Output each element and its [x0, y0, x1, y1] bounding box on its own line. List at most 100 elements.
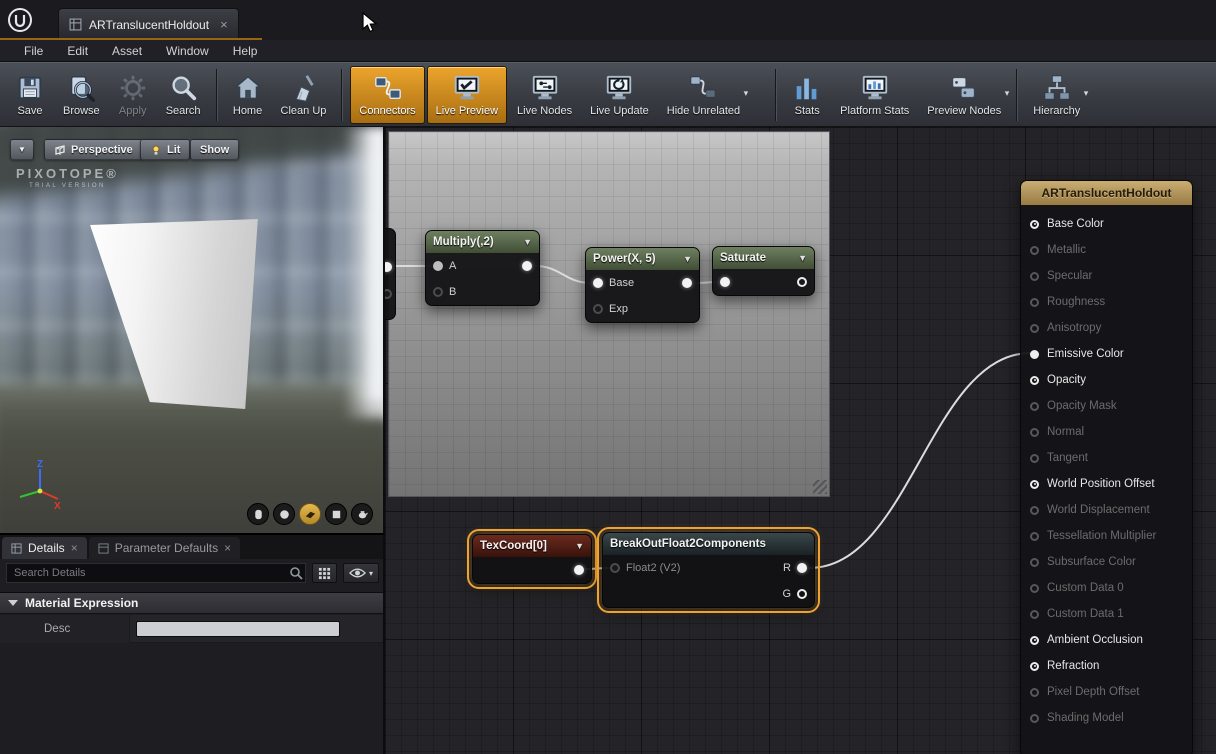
preview-shape-teapot-button[interactable] [351, 503, 373, 525]
material-pin-refraction[interactable]: Refraction [1021, 653, 1192, 679]
material-pin-roughness[interactable]: Roughness [1021, 289, 1192, 315]
input-pin[interactable] [720, 277, 730, 287]
material-pin-normal[interactable]: Normal [1021, 419, 1192, 445]
node-multiply[interactable]: Multiply(,2) ▼ A B [425, 230, 540, 306]
viewport-options-dropdown[interactable]: ▼ [10, 139, 34, 160]
input-pin-b[interactable] [433, 287, 443, 297]
close-icon[interactable]: × [224, 541, 231, 555]
node-header[interactable]: Saturate ▼ [713, 247, 814, 269]
output-pin[interactable] [385, 289, 392, 299]
pin-circle-icon[interactable] [1030, 376, 1039, 385]
material-pin-ambient-occlusion[interactable]: Ambient Occlusion [1021, 627, 1192, 653]
visibility-filter-button[interactable]: ▾ [343, 563, 379, 583]
node-saturate[interactable]: Saturate ▼ [712, 246, 815, 296]
chevron-down-icon[interactable]: ▼ [523, 237, 532, 247]
chevron-down-icon[interactable]: ▾ [744, 88, 749, 99]
input-pin-exp[interactable] [593, 304, 603, 314]
node-texcoord[interactable]: TexCoord[0] ▼ [472, 534, 592, 584]
search-details-input[interactable] [6, 563, 306, 583]
pin-circle-icon[interactable] [1030, 350, 1039, 359]
material-pin-anisotropy[interactable]: Anisotropy [1021, 315, 1192, 341]
material-pin-world-position-offset[interactable]: World Position Offset [1021, 471, 1192, 497]
material-pin-emissive-color[interactable]: Emissive Color [1021, 341, 1192, 367]
chevron-down-icon[interactable]: ▼ [798, 253, 807, 263]
pin-circle-icon[interactable] [1030, 298, 1039, 307]
material-pin-pixel-depth-offset[interactable]: Pixel Depth Offset [1021, 679, 1192, 705]
input-pin-base[interactable] [593, 278, 603, 288]
pin-circle-icon[interactable] [1030, 636, 1039, 645]
chevron-down-icon[interactable]: ▾ [1084, 88, 1089, 99]
toolbar-home-button[interactable]: Home [225, 66, 271, 124]
material-pin-tessellation-multiplier[interactable]: Tessellation Multiplier [1021, 523, 1192, 549]
pin-circle-icon[interactable] [1030, 246, 1039, 255]
toolbar-live-preview-button[interactable]: Live Preview [427, 66, 507, 124]
toolbar-stats-button[interactable]: Stats [784, 66, 830, 124]
toolbar-save-button[interactable]: Save [7, 66, 53, 124]
output-pin[interactable] [797, 277, 807, 287]
chevron-down-icon[interactable]: ▼ [575, 541, 584, 551]
pin-circle-icon[interactable] [1030, 220, 1039, 229]
preview-shape-cube-button[interactable] [325, 503, 347, 525]
show-menu-button[interactable]: Show [190, 139, 239, 160]
material-node-header[interactable]: ARTranslucentHoldout [1021, 181, 1192, 205]
material-pin-custom-data-0[interactable]: Custom Data 0 [1021, 575, 1192, 601]
offscreen-node-stub[interactable] [385, 228, 396, 320]
pin-circle-icon[interactable] [1030, 324, 1039, 333]
close-icon[interactable]: × [71, 541, 78, 555]
material-pin-custom-data-1[interactable]: Custom Data 1 [1021, 601, 1192, 627]
pin-circle-icon[interactable] [1030, 532, 1039, 541]
material-expression-section-header[interactable]: Material Expression [0, 592, 383, 614]
toolbar-search-button[interactable]: Search [158, 66, 209, 124]
node-breakout-float2[interactable]: BreakOutFloat2Components Float2 (V2) R G [602, 532, 815, 608]
pin-circle-icon[interactable] [1030, 454, 1039, 463]
material-pin-tangent[interactable]: Tangent [1021, 445, 1192, 471]
node-header[interactable]: Power(X, 5) ▼ [586, 248, 699, 270]
view-options-grid-button[interactable] [312, 563, 337, 583]
pin-circle-icon[interactable] [1030, 714, 1039, 723]
output-pin[interactable] [682, 278, 692, 288]
output-pin[interactable] [385, 262, 392, 272]
node-header[interactable]: Multiply(,2) ▼ [426, 231, 539, 253]
material-pin-world-displacement[interactable]: World Displacement [1021, 497, 1192, 523]
pin-circle-icon[interactable] [1030, 558, 1039, 567]
desc-value-field[interactable] [136, 621, 340, 637]
material-pin-opacity-mask[interactable]: Opacity Mask [1021, 393, 1192, 419]
material-pin-opacity[interactable]: Opacity [1021, 367, 1192, 393]
menu-help[interactable]: Help [221, 40, 270, 62]
chevron-down-icon[interactable]: ▼ [683, 254, 692, 264]
material-pin-specular[interactable]: Specular [1021, 263, 1192, 289]
input-pin-a[interactable] [433, 261, 443, 271]
pin-circle-icon[interactable] [1030, 480, 1039, 489]
material-graph-canvas[interactable]: Multiply(,2) ▼ A B Power(X, 5) ▼ Base Ex… [385, 127, 1216, 754]
output-pin[interactable] [522, 261, 532, 271]
preview-viewport[interactable]: ▼ Perspective Lit Show PIXOTOPE® TRIAL V… [0, 127, 385, 533]
toolbar-preview-nodes-button[interactable]: Preview Nodes▾ [919, 66, 1009, 124]
preview-shape-plane-button[interactable] [299, 503, 321, 525]
pin-circle-icon[interactable] [1030, 506, 1039, 515]
perspective-button[interactable]: Perspective [44, 139, 143, 160]
menu-asset[interactable]: Asset [100, 40, 154, 62]
node-header[interactable]: BreakOutFloat2Components [603, 533, 814, 555]
output-pin-g[interactable] [797, 589, 807, 599]
material-pin-subsurface-color[interactable]: Subsurface Color [1021, 549, 1192, 575]
close-tab-icon[interactable]: × [220, 17, 228, 32]
resize-grip[interactable] [813, 480, 827, 494]
pin-circle-icon[interactable] [1030, 584, 1039, 593]
pin-circle-icon[interactable] [1030, 402, 1039, 411]
tab-parameter-defaults[interactable]: Parameter Defaults × [89, 537, 240, 559]
preview-shape-sphere-button[interactable] [273, 503, 295, 525]
toolbar-browse-button[interactable]: Browse [55, 66, 108, 124]
toolbar-live-nodes-button[interactable]: Live Nodes [509, 66, 580, 124]
material-pin-shading-model[interactable]: Shading Model [1021, 705, 1192, 731]
lit-mode-button[interactable]: Lit [140, 139, 190, 160]
preview-shape-cylinder-button[interactable] [247, 503, 269, 525]
menu-edit[interactable]: Edit [55, 40, 100, 62]
pin-circle-icon[interactable] [1030, 688, 1039, 697]
pin-circle-icon[interactable] [1030, 662, 1039, 671]
output-pin-r[interactable] [797, 563, 807, 573]
menu-window[interactable]: Window [154, 40, 221, 62]
tab-details[interactable]: Details × [2, 537, 87, 559]
toolbar-hierarchy-button[interactable]: Hierarchy▾ [1025, 66, 1088, 124]
input-pin-float2[interactable] [610, 563, 620, 573]
toolbar-hide-unrelated-button[interactable]: Hide Unrelated▾ [659, 66, 748, 124]
